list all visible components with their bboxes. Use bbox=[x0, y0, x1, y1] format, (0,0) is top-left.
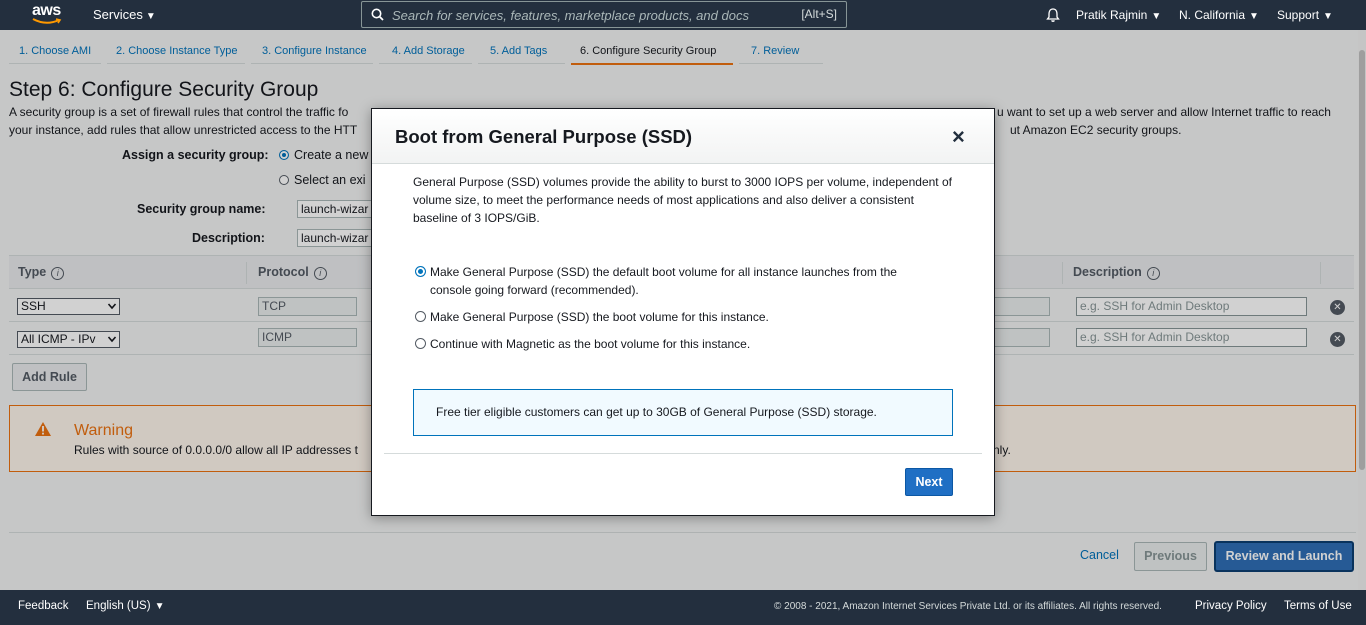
radio-unselected-icon bbox=[415, 338, 426, 349]
option-label: Make General Purpose (SSD) the boot volu… bbox=[430, 310, 769, 324]
footer: Feedback English (US) ▼ © 2008 - 2021, Am… bbox=[0, 590, 1366, 625]
option-ssd-this-instance-radio[interactable]: Make General Purpose (SSD) the boot volu… bbox=[415, 308, 935, 326]
free-tier-info-text: Free tier eligible customers can get up … bbox=[436, 405, 877, 419]
services-menu[interactable]: Services ▼ bbox=[93, 7, 156, 22]
services-label: Services bbox=[93, 7, 143, 22]
language-selector[interactable]: English (US) ▼ bbox=[86, 600, 164, 612]
next-button[interactable]: Next bbox=[905, 468, 953, 496]
option-default-ssd-radio[interactable]: Make General Purpose (SSD) the default b… bbox=[415, 263, 935, 299]
dialog-header: Boot from General Purpose (SSD) × bbox=[372, 109, 994, 164]
option-label: Continue with Magnetic as the boot volum… bbox=[430, 337, 751, 351]
caret-down-icon: ▼ bbox=[1151, 11, 1162, 22]
aws-logo[interactable]: aws bbox=[32, 3, 66, 27]
option-magnetic-radio[interactable]: Continue with Magnetic as the boot volum… bbox=[415, 335, 935, 353]
search-box[interactable]: [Alt+S] bbox=[361, 1, 847, 28]
dialog-description: General Purpose (SSD) volumes provide th… bbox=[413, 175, 952, 225]
copyright-text: © 2008 - 2021, Amazon Internet Services … bbox=[774, 601, 1162, 612]
caret-down-icon: ▼ bbox=[1323, 11, 1333, 22]
bell-icon[interactable] bbox=[1045, 7, 1061, 23]
terms-of-use-link[interactable]: Terms of Use bbox=[1284, 600, 1352, 612]
user-menu[interactable]: Pratik Rajmin ▼ bbox=[1076, 8, 1161, 22]
option-label: Make General Purpose (SSD) the default b… bbox=[430, 265, 897, 297]
radio-selected-icon bbox=[415, 266, 426, 277]
radio-unselected-icon bbox=[415, 311, 426, 322]
boot-volume-dialog: Boot from General Purpose (SSD) × Genera… bbox=[371, 108, 995, 516]
dialog-divider bbox=[384, 453, 982, 454]
aws-smile-icon bbox=[32, 18, 62, 24]
search-icon bbox=[371, 8, 384, 21]
aws-logo-text: aws bbox=[32, 2, 61, 19]
language-label: English (US) bbox=[86, 600, 151, 612]
user-name: Pratik Rajmin bbox=[1076, 8, 1148, 22]
support-label: Support bbox=[1277, 8, 1320, 22]
dialog-title: Boot from General Purpose (SSD) bbox=[395, 126, 693, 147]
caret-down-icon: ▼ bbox=[1249, 11, 1259, 22]
top-nav: aws Services▼ [Alt+S] Pratik Rajmin▼ N. … bbox=[0, 0, 1366, 30]
feedback-link[interactable]: Feedback bbox=[18, 600, 69, 612]
free-tier-info-box: Free tier eligible customers can get up … bbox=[413, 389, 953, 436]
close-icon[interactable]: × bbox=[952, 126, 965, 148]
support-menu[interactable]: Support ▼ bbox=[1277, 8, 1333, 22]
caret-down-icon: ▼ bbox=[145, 11, 156, 22]
search-input[interactable] bbox=[392, 6, 782, 24]
region-name: N. California bbox=[1179, 8, 1246, 22]
privacy-policy-link[interactable]: Privacy Policy bbox=[1195, 600, 1267, 612]
caret-down-icon: ▼ bbox=[154, 601, 165, 612]
search-shortcut: [Alt+S] bbox=[801, 7, 837, 21]
region-menu[interactable]: N. California ▼ bbox=[1179, 8, 1259, 22]
